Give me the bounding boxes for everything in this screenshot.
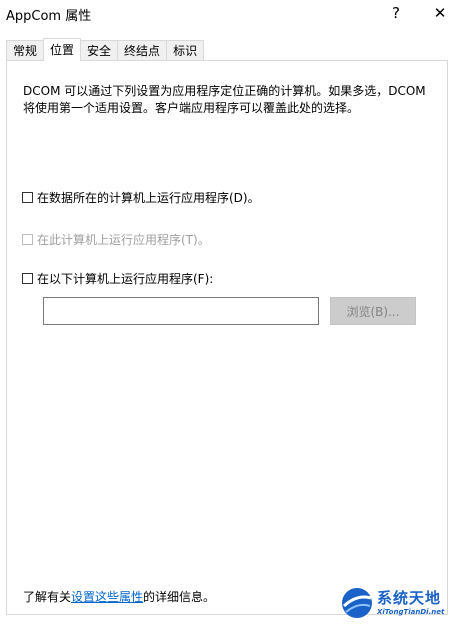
option-label: 在以下计算机上运行应用程序(F): [37,272,214,286]
watermark-text: 系统天地 XiTongTianDi.net [377,589,444,617]
checkbox-run-on-this-computer [22,234,33,245]
globe-logo-icon [342,588,372,618]
tab-identity[interactable]: 标识 [166,40,205,60]
computer-name-input[interactable] [43,297,319,325]
info-prefix: 了解有关 [23,590,72,604]
option-label: 在此计算机上运行应用程序(T)。 [37,233,210,247]
info-suffix: 的详细信息。 [143,590,216,604]
browse-button[interactable]: 浏览(B)... [330,297,416,325]
checkbox-run-on-following-computer[interactable] [22,273,33,284]
watermark-url: XiTongTianDi.net [377,608,445,616]
tab-general[interactable]: 常规 [6,40,45,60]
location-panel: DCOM 可以通过下列设置为应用程序定位正确的计算机。如果多选，DCOM 将使用… [6,60,448,615]
close-button[interactable]: ✕ [425,2,455,24]
option-run-on-data-computer[interactable]: 在数据所在的计算机上运行应用程序(D)。 [22,189,260,206]
tab-security[interactable]: 安全 [80,40,119,60]
option-label: 在数据所在的计算机上运行应用程序(D)。 [37,191,260,205]
option-run-on-this-computer: 在此计算机上运行应用程序(T)。 [22,231,210,248]
help-button[interactable]: ? [381,2,411,24]
window-title: AppCom 属性 [6,9,92,24]
properties-dialog: AppCom 属性 ? ✕ 常规 位置 安全 终结点 标识 DCOM 可以通过下… [0,0,460,626]
info-text: 了解有关设置这些属性的详细信息。 [23,588,215,605]
watermark-brand: 系统天地 [377,589,442,607]
settings-help-link[interactable]: 设置这些属性 [71,590,143,604]
close-icon: ✕ [433,4,447,22]
location-description: DCOM 可以通过下列设置为应用程序定位正确的计算机。如果多选，DCOM 将使用… [23,84,426,115]
tab-location[interactable]: 位置 [43,38,82,61]
option-run-on-following-computer[interactable]: 在以下计算机上运行应用程序(F): [22,270,213,287]
tab-bar: 常规 位置 安全 终结点 标识 [6,38,205,61]
tab-endpoints[interactable]: 终结点 [117,40,168,60]
checkbox-run-on-data-computer[interactable] [22,192,33,203]
title-bar: AppCom 属性 ? ✕ [0,0,460,28]
watermark: 系统天地 XiTongTianDi.net [340,583,458,623]
